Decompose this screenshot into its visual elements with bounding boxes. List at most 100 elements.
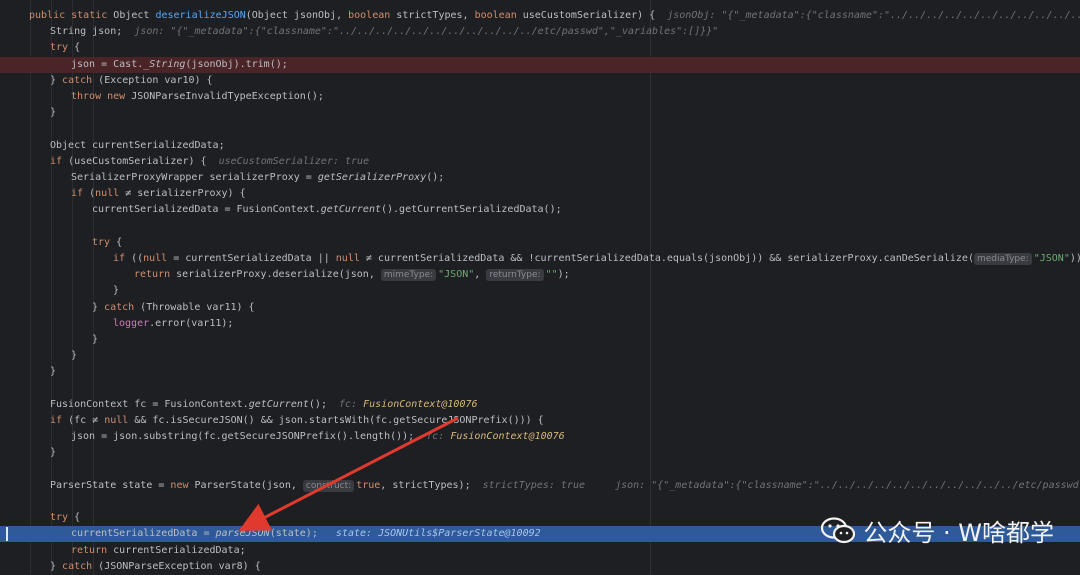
watermark-text: 公众号 · W啥都学 xyxy=(863,519,1054,547)
code-line[interactable] xyxy=(0,494,1080,510)
code-line[interactable]: json = json.substring(fc.getSecureJSONPr… xyxy=(0,429,1080,445)
code-line[interactable]: } xyxy=(0,283,1080,299)
code-line[interactable]: FusionContext fc = FusionContext.getCurr… xyxy=(0,397,1080,413)
code-line[interactable]: Object currentSerializedData; xyxy=(0,138,1080,154)
code-token: if xyxy=(113,253,132,264)
parameter-hint: returnType: xyxy=(486,269,544,282)
debug-value-hint: fc: xyxy=(339,398,364,410)
code-token: getCurrent xyxy=(248,398,309,410)
code-token: useCustomSerializer) { xyxy=(522,10,668,21)
code-line[interactable]: SerializerProxyWrapper serializerProxy =… xyxy=(0,170,1080,186)
code-line[interactable]: try { xyxy=(0,235,1080,251)
parameter-hint: construct: xyxy=(302,479,355,492)
code-token: "JSON" xyxy=(438,269,475,281)
code-token: } xyxy=(92,334,99,345)
code-token: try xyxy=(50,42,75,54)
code-token: .error(var11); xyxy=(149,317,234,329)
code-token: try xyxy=(50,512,75,524)
code-text: try { xyxy=(92,235,122,251)
code-line[interactable]: if (null ≠ serializerProxy) { xyxy=(0,186,1080,202)
code-text: } xyxy=(50,105,56,121)
code-token: ParserState(json, xyxy=(194,479,303,491)
code-token: currentSerializedData; xyxy=(113,544,246,556)
code-token: "JSON" xyxy=(1033,253,1070,264)
code-line[interactable]: return serializerProxy.deserialize(json,… xyxy=(0,267,1080,283)
code-line[interactable]: } xyxy=(0,364,1080,380)
code-token: , strictTypes); xyxy=(380,479,483,491)
code-line[interactable]: } xyxy=(0,332,1080,348)
code-token: if xyxy=(71,188,90,200)
code-token: (Object jsonObj, xyxy=(245,10,349,21)
code-text: } catch (JSONParseException var8) { xyxy=(50,559,261,575)
code-text: } catch (Exception var10) { xyxy=(50,73,213,89)
code-token: null xyxy=(95,188,126,200)
code-token: serializerProxy.deserialize(json, xyxy=(176,269,381,281)
code-token: new xyxy=(170,479,195,491)
code-line[interactable]: public static Object deserializeJSON(Obj… xyxy=(0,8,1080,24)
code-text: return serializerProxy.deserialize(json,… xyxy=(134,267,570,283)
watermark: 公众号 · W啥都学 xyxy=(821,513,1054,548)
code-line[interactable]: } xyxy=(0,348,1080,364)
code-text: try { xyxy=(50,510,80,526)
code-text: } xyxy=(50,364,56,380)
code-token: String json; xyxy=(50,26,135,38)
code-text: } xyxy=(113,283,119,299)
code-token: ≠ currentSerializedData && !currentSeria… xyxy=(365,253,974,264)
code-token: ≠ serializerProxy) { xyxy=(125,188,246,200)
code-line[interactable]: if ((null = currentSerializedData || nul… xyxy=(0,251,1080,267)
debug-value-hint: state: xyxy=(335,528,379,540)
code-text: } xyxy=(71,348,77,364)
code-text: public static Object deserializeJSON(Obj… xyxy=(29,8,1080,24)
code-token: (fc ≠ xyxy=(68,415,105,426)
code-line[interactable]: throw new JSONParseInvalidTypeException(… xyxy=(0,89,1080,105)
code-editor[interactable]: public static Object deserializeJSON(Obj… xyxy=(0,0,1080,575)
code-line[interactable] xyxy=(0,219,1080,235)
code-line[interactable]: currentSerializedData = FusionContext.ge… xyxy=(0,202,1080,218)
code-line[interactable]: } xyxy=(0,445,1080,461)
code-token: ParserState state = xyxy=(50,479,171,491)
code-token: ); xyxy=(557,269,570,281)
code-line[interactable]: } catch (Throwable var11) { xyxy=(0,300,1080,316)
code-line[interactable]: } catch (JSONParseException var8) { xyxy=(0,559,1080,575)
code-token: } xyxy=(50,560,63,572)
code-token: getSerializerProxy xyxy=(317,172,427,183)
code-text: logger.error(var11); xyxy=(113,316,233,332)
code-token: } xyxy=(50,107,57,119)
parameter-hint: mediaType: xyxy=(973,253,1032,265)
code-token: null xyxy=(143,253,174,264)
code-text: ParserState state = new ParserState(json… xyxy=(50,478,1080,494)
code-token: catch xyxy=(62,560,99,572)
code-token: )) { xyxy=(1069,253,1080,264)
breakpoint-line[interactable]: json = Cast._String(jsonObj).trim(); xyxy=(0,56,1080,73)
code-token: { xyxy=(116,236,123,248)
code-line[interactable]: } xyxy=(0,105,1080,121)
code-token: if xyxy=(50,155,69,167)
debug-value-hint: JSONUtils$ParserState@10092 xyxy=(378,528,541,540)
code-text: json = json.substring(fc.getSecureJSONPr… xyxy=(71,429,565,445)
code-line[interactable]: logger.error(var11); xyxy=(0,316,1080,332)
debug-value-hint: FusionContext@10076 xyxy=(450,431,565,443)
code-line[interactable]: if (useCustomSerializer) { useCustomSeri… xyxy=(0,154,1080,170)
code-token: Object xyxy=(113,10,156,21)
code-token: Object currentSerializedData; xyxy=(50,139,225,151)
code-text: try { xyxy=(50,40,80,56)
code-token: && fc.isSecureJSON() && json.startsWith(… xyxy=(134,415,544,426)
code-token: { xyxy=(74,42,81,54)
code-text: currentSerializedData = parseJSON(state)… xyxy=(71,526,541,542)
code-line[interactable]: ParserState state = new ParserState(json… xyxy=(0,478,1080,494)
code-token: ().getCurrentSerializedData(); xyxy=(381,204,562,216)
code-line[interactable]: try { xyxy=(0,40,1080,56)
code-line[interactable]: if (fc ≠ null && fc.isSecureJSON() && js… xyxy=(0,413,1080,429)
code-text: if ((null = currentSerializedData || nul… xyxy=(113,251,1080,267)
code-token: (( xyxy=(131,253,144,264)
code-line[interactable] xyxy=(0,381,1080,397)
code-line[interactable] xyxy=(0,121,1080,137)
code-text: } catch (Throwable var11) { xyxy=(92,300,255,316)
code-token: currentSerializedData = xyxy=(71,528,216,540)
code-line[interactable] xyxy=(0,462,1080,478)
code-line[interactable]: String json; json: "{"_metadata":{"class… xyxy=(0,24,1080,40)
code-line[interactable]: } catch (Exception var10) { xyxy=(0,73,1080,89)
code-token: null xyxy=(335,253,366,264)
code-token: FusionContext fc = FusionContext. xyxy=(50,398,249,410)
debug-value-hint: strictTypes: true json: "{"_metadata":{"… xyxy=(482,479,1080,491)
